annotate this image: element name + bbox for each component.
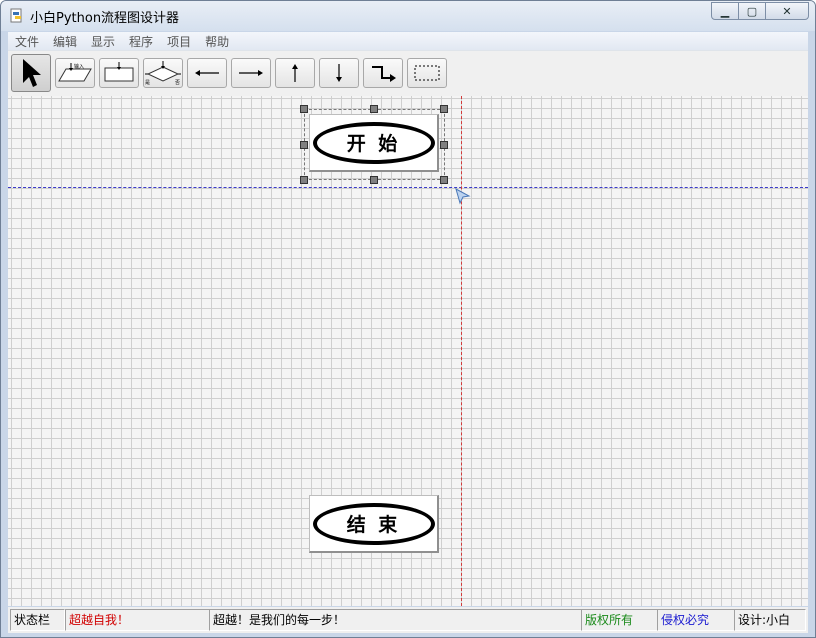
resize-handle-sw[interactable] xyxy=(300,176,308,184)
resize-handle-nw[interactable] xyxy=(300,105,308,113)
parallelogram-input-icon: 输入 xyxy=(58,63,92,82)
app-window: 小白Python流程图设计器 ▁ ▢ ✕ 文件 编辑 显示 程序 项目 帮助 输… xyxy=(0,0,816,638)
horizontal-guide-line xyxy=(8,187,808,188)
message-text: 超越！是我们的每一步！ xyxy=(213,613,346,627)
resize-handle-se[interactable] xyxy=(440,176,448,184)
arrow-right-icon xyxy=(239,70,263,76)
warning-text: 侵权必究 xyxy=(661,613,710,627)
flowchart-canvas[interactable]: 开 始 结 束 xyxy=(8,96,808,606)
close-button[interactable]: ✕ xyxy=(765,2,809,20)
designer-cell: 设计:小白 xyxy=(734,609,806,631)
arrow-left-tool-button[interactable] xyxy=(187,58,227,88)
copyright-cell: 版权所有 xyxy=(581,609,658,631)
dashed-rect-icon xyxy=(414,65,440,81)
menu-file[interactable]: 文件 xyxy=(8,33,46,50)
arrow-cursor-icon xyxy=(23,59,41,87)
designer-text: 设计:小白 xyxy=(738,613,791,627)
maximize-icon: ▢ xyxy=(746,4,758,18)
menu-edit[interactable]: 编辑 xyxy=(46,33,84,50)
decision-tool-button[interactable]: 是 否 xyxy=(143,58,183,88)
end-label: 结 束 xyxy=(346,514,401,536)
decision-no-label: 否 xyxy=(175,80,180,86)
arrow-up-tool-button[interactable] xyxy=(275,58,315,88)
minimize-button[interactable]: ▁ xyxy=(711,2,739,20)
input-tool-label: 输入 xyxy=(74,63,84,70)
resize-handle-w[interactable] xyxy=(300,141,308,149)
resize-handle-s[interactable] xyxy=(370,176,378,184)
arrow-down-tool-button[interactable] xyxy=(319,58,359,88)
mouse-cursor-icon xyxy=(455,188,471,205)
python-app-icon xyxy=(10,8,22,23)
end-shape[interactable]: 结 束 xyxy=(309,495,439,553)
arrow-right-tool-button[interactable] xyxy=(231,58,271,88)
status-label: 状态栏 xyxy=(14,613,51,627)
input-tool-button[interactable]: 输入 xyxy=(55,58,95,88)
elbow-connector-tool-button[interactable] xyxy=(363,58,403,88)
end-oval: 结 束 xyxy=(312,502,435,545)
window-title: 小白Python流程图设计器 xyxy=(30,11,180,26)
decision-yes-label: 是 xyxy=(145,80,150,86)
resize-handle-n[interactable] xyxy=(370,105,378,113)
select-rect-tool-button[interactable] xyxy=(407,58,447,88)
window-controls: ▁ ▢ ✕ xyxy=(711,2,809,20)
resize-handle-ne[interactable] xyxy=(440,105,448,113)
diamond-decision-icon: 是 否 xyxy=(145,61,181,86)
message-cell: 超越！是我们的每一步！ xyxy=(209,609,582,631)
menu-program[interactable]: 程序 xyxy=(122,33,160,50)
minimize-icon: ▁ xyxy=(720,4,730,18)
menu-bar: 文件 编辑 显示 程序 项目 帮助 xyxy=(8,32,808,50)
arrow-down-icon xyxy=(336,64,342,82)
status-bar: 状态栏 超越自我！ 超越！是我们的每一步！ 版权所有 侵权必究 设计:小白 xyxy=(8,607,808,633)
title-bar[interactable]: 小白Python流程图设计器 ▁ ▢ ✕ xyxy=(1,1,815,31)
slogan-text: 超越自我！ xyxy=(69,613,130,627)
maximize-button[interactable]: ▢ xyxy=(738,2,766,20)
selection-box xyxy=(304,109,445,180)
close-icon: ✕ xyxy=(782,4,792,18)
arrow-left-icon xyxy=(195,70,219,76)
copyright-text: 版权所有 xyxy=(585,613,634,627)
warning-cell: 侵权必究 xyxy=(657,609,735,631)
toolbar: 输入 是 否 xyxy=(8,50,808,96)
menu-project[interactable]: 项目 xyxy=(160,33,198,50)
menu-help[interactable]: 帮助 xyxy=(198,33,236,50)
process-box-icon xyxy=(104,62,134,82)
elbow-arrow-icon xyxy=(372,66,396,82)
arrow-up-icon xyxy=(292,64,298,82)
status-label-cell: 状态栏 xyxy=(10,609,65,631)
slogan-cell: 超越自我！ xyxy=(65,609,210,631)
menu-view[interactable]: 显示 xyxy=(84,33,122,50)
resize-handle-e[interactable] xyxy=(440,141,448,149)
vertical-guide-line xyxy=(461,96,462,606)
process-tool-button[interactable] xyxy=(99,58,139,88)
pointer-tool-button[interactable] xyxy=(11,54,51,92)
